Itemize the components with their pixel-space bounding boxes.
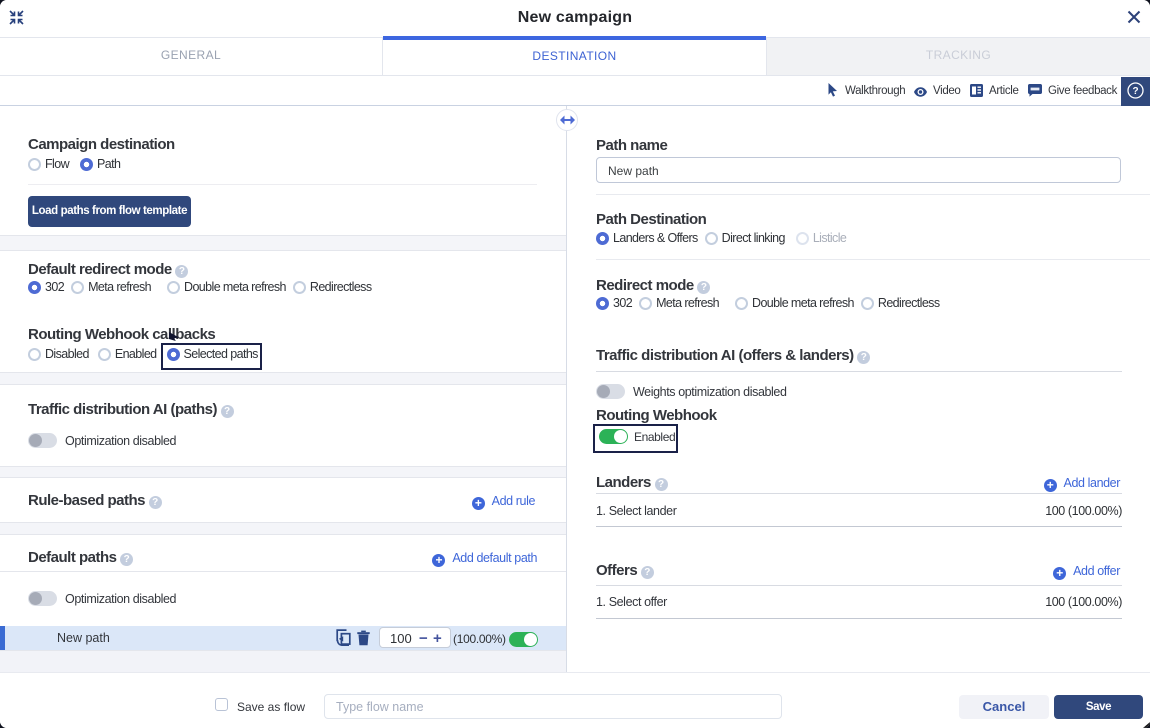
svg-text:?: ? (1132, 86, 1138, 97)
